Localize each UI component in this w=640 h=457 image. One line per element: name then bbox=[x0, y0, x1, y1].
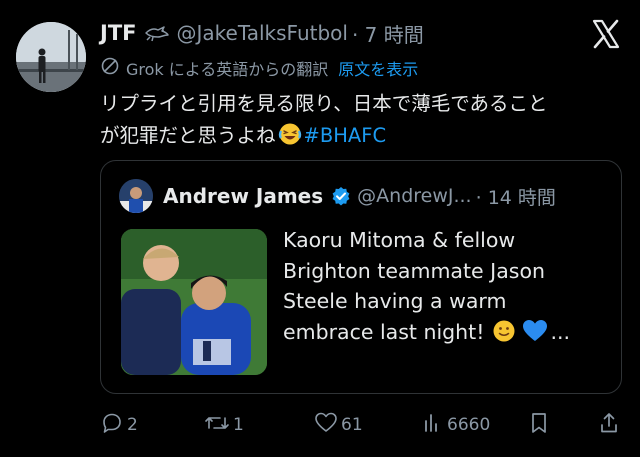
slightly-smiling-emoji-icon bbox=[492, 319, 516, 352]
reply-icon bbox=[100, 411, 127, 440]
bird-icon bbox=[144, 23, 170, 43]
views-count: 6660 bbox=[447, 415, 491, 435]
x-logo-icon[interactable] bbox=[590, 18, 622, 50]
tweet-time[interactable]: · 7 時間 bbox=[352, 19, 424, 48]
bookmark-icon bbox=[528, 411, 553, 440]
quoted-text-line: embrace last night! ... bbox=[283, 317, 603, 352]
quoted-tweet-header: Andrew James @AndrewJ... · 14 時間 bbox=[163, 181, 556, 211]
quoted-text-line: Steele having a warm bbox=[283, 289, 507, 313]
verified-badge-icon bbox=[331, 186, 351, 206]
grok-icon bbox=[100, 56, 120, 80]
share-button[interactable] bbox=[598, 410, 623, 440]
repost-button[interactable]: 1 bbox=[204, 410, 244, 440]
repost-icon bbox=[204, 411, 233, 440]
avatar-image bbox=[16, 22, 86, 92]
quoted-tweet-photo[interactable] bbox=[121, 229, 267, 375]
heart-icon bbox=[314, 411, 341, 440]
quoted-tweet[interactable]: Andrew James @AndrewJ... · 14 時間 Kaoru M… bbox=[100, 160, 622, 394]
reply-button[interactable]: 2 bbox=[100, 410, 138, 440]
quoted-text-line: Brighton teammate Jason bbox=[283, 258, 545, 283]
laughing-emoji-icon bbox=[278, 122, 302, 156]
embrace-photo bbox=[121, 229, 267, 375]
share-icon bbox=[598, 411, 623, 440]
quoted-author-avatar[interactable] bbox=[119, 179, 153, 213]
tweet-text-line: リプライと引用を見る限り、日本で薄毛であること bbox=[100, 92, 548, 115]
tweet-text-fragment: が犯罪だと思うよね bbox=[100, 124, 276, 147]
quoted-text-fragment: embrace last night! bbox=[283, 319, 485, 344]
views-icon bbox=[422, 411, 447, 440]
tweet-header: JTF @JakeTalksFutbol · 7 時間 bbox=[100, 18, 424, 48]
show-original-link[interactable]: 原文を表示 bbox=[338, 56, 418, 80]
blue-heart-emoji-icon bbox=[522, 319, 548, 352]
quoted-tweet-time[interactable]: · 14 時間 bbox=[476, 183, 556, 210]
reply-count: 2 bbox=[127, 415, 138, 435]
quoted-text-ellipsis: ... bbox=[550, 319, 570, 344]
tweet-actions: 2 1 61 6660 bbox=[100, 410, 622, 440]
repost-count: 1 bbox=[233, 415, 244, 435]
quoted-author-handle[interactable]: @AndrewJ... bbox=[357, 185, 471, 207]
author-name[interactable]: JTF bbox=[100, 21, 136, 45]
translation-notice: Grok による英語からの翻訳 原文を表示 bbox=[100, 56, 418, 80]
author-avatar[interactable] bbox=[16, 22, 86, 92]
hashtag-link[interactable]: #BHAFC bbox=[304, 124, 387, 147]
like-button[interactable]: 61 bbox=[314, 410, 363, 440]
tweet-text-line: が犯罪だと思うよね #BHAFC bbox=[100, 120, 620, 156]
author-handle[interactable]: @JakeTalksFutbol bbox=[176, 21, 347, 45]
like-count: 61 bbox=[341, 415, 363, 435]
quoted-text-line: Kaoru Mitoma & fellow bbox=[283, 228, 516, 252]
tweet-text: リプライと引用を見る限り、日本で薄毛であること が犯罪だと思うよね #BHAFC bbox=[100, 88, 620, 156]
bookmark-button[interactable] bbox=[528, 410, 553, 440]
quoted-author-name[interactable]: Andrew James bbox=[163, 184, 323, 208]
views-button[interactable]: 6660 bbox=[422, 410, 490, 440]
quoted-avatar-image bbox=[119, 179, 153, 213]
translation-label: Grok による英語からの翻訳 bbox=[126, 60, 329, 79]
quoted-tweet-text: Kaoru Mitoma & fellow Brighton teammate … bbox=[283, 225, 603, 351]
